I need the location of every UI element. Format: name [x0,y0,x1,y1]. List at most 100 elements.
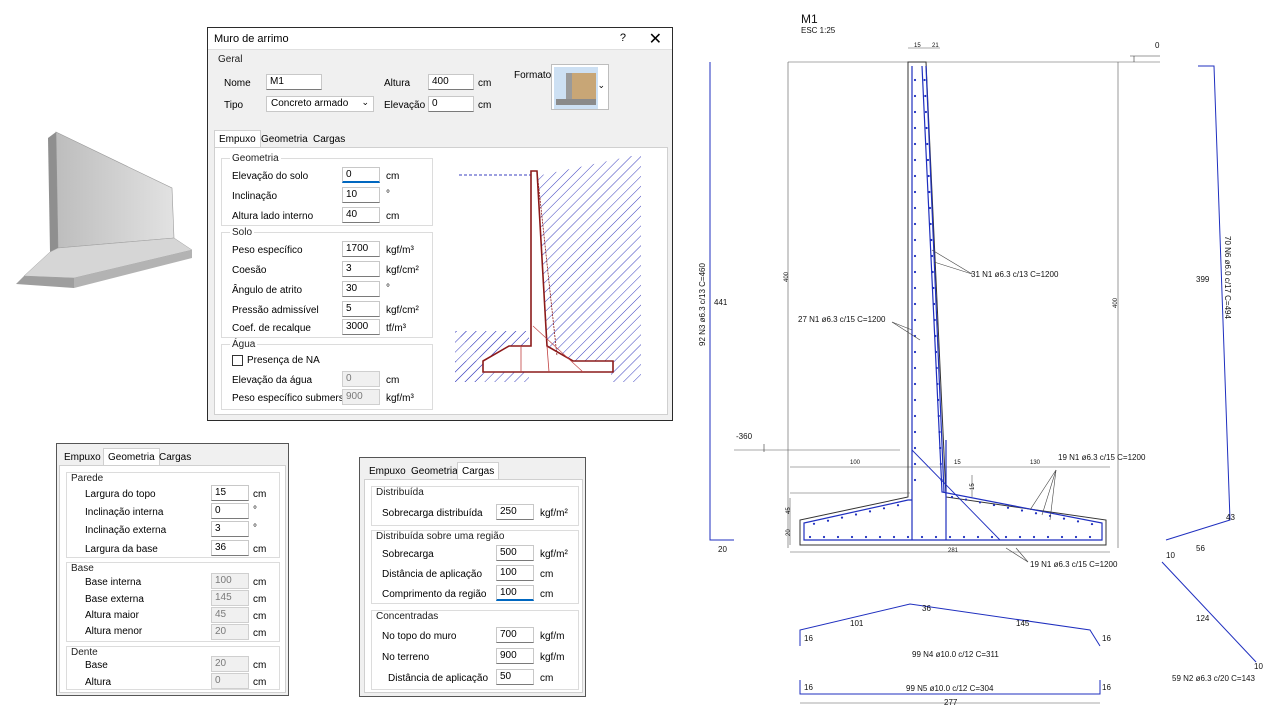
rebar-dot [913,318,917,322]
coesao-label: Coesão [232,265,267,276]
altura-menor-input: 20 [211,624,249,640]
rebar-dot [826,519,830,522]
dialog-titlebar: Muro de arrimo ? ✕ [208,28,672,50]
rebar-dot [868,510,872,513]
geometria-dialog: Empuxo Geometria Cargas Parede Largura d… [56,443,289,696]
rebar-dot [939,462,942,466]
rebar-label-n1-19a: 19 N1 ø6.3 c/15 C=1200 [1058,453,1146,462]
tab-geometria[interactable]: Geometria [256,130,313,148]
distribuida-group-label: Distribuída [376,487,424,498]
inclinacao-externa-input[interactable]: 3 [211,521,249,537]
altura-input[interactable]: 400 [428,74,474,90]
rebar-dot [913,142,917,146]
tab-empuxo[interactable]: Empuxo [59,448,106,466]
tab-empuxo[interactable]: Empuxo [214,130,261,148]
coesao-input[interactable]: 3 [342,261,380,277]
wall-section-svg [709,47,1257,704]
base-group-label: Base [71,563,94,574]
tab-geometria[interactable]: Geometria [103,448,160,466]
inclinacao-input[interactable]: 10 [342,187,380,203]
inclinacao-interna-input[interactable]: 0 [211,503,249,519]
peso-submerso-input: 900 [342,389,380,405]
tab-geometria[interactable]: Geometria [406,462,463,480]
rebar-dot [926,142,929,146]
rebar-dot [1060,535,1064,539]
geral-group-label: Geral [218,54,243,65]
dim-36: 36 [922,604,931,613]
rebar-dot [854,513,858,516]
largura-base-input[interactable]: 36 [211,540,249,556]
comprimento-regiao-unit: cm [540,589,554,600]
dialog3-tabs: Empuxo Geometria Cargas [364,462,564,480]
dialog-title: Muro de arrimo [214,33,289,45]
tipo-select[interactable]: Concreto armado ⌄ [266,96,374,112]
presenca-na-checkbox[interactable] [232,355,243,366]
dente-group-label: Dente [71,647,98,658]
tab-cargas[interactable]: Cargas [457,462,500,480]
peso-especifico-label: Peso específico [232,245,303,256]
rebar-dot [937,398,940,402]
rebar-dot [920,535,924,539]
rebar-label-n1-31: 31 N1 ø6.3 c/13 C=1200 [971,270,1059,279]
concentradas-group: Concentradas No topo do muro 700 kgf/m N… [371,610,579,690]
rebar-dot [913,446,917,450]
rebar-dot [913,462,917,466]
base-interna-unit: cm [253,577,267,588]
no-terreno-label: No terreno [382,652,430,663]
rebar-dot [913,206,917,210]
rebar-dot [976,535,980,539]
rebar-dot [913,366,917,370]
dim-20: 20 [718,545,727,554]
concentradas-group-label: Concentradas [376,611,439,622]
elevacao-unit: cm [478,100,492,111]
altura-maior-input: 45 [211,607,249,623]
rebar-dot [934,334,937,338]
largura-topo-input[interactable]: 15 [211,485,249,501]
elevacao-input[interactable]: 0 [428,96,474,112]
sobrecarga-distribuida-input[interactable]: 250 [496,504,534,520]
distancia-aplicacao-conc-input[interactable]: 50 [496,669,534,685]
level-0-label: 0 [1155,41,1160,50]
nome-input[interactable]: M1 [266,74,322,90]
muro-de-arrimo-dialog: Muro de arrimo ? ✕ Geral Nome M1 Tipo Co… [207,27,673,421]
altura-menor-label: Altura menor [85,626,143,637]
dente-group: Dente Base 20 cm Altura 0 cm [66,646,280,690]
tab-empuxo[interactable]: Empuxo [364,462,411,480]
sobrecarga-input[interactable]: 500 [496,545,534,561]
rebar-dot [906,535,910,539]
elevacao-solo-input[interactable]: 0 [342,167,380,183]
comprimento-regiao-input[interactable]: 100 [496,585,534,601]
distancia-aplicacao-label: Distância de aplicação [382,569,483,580]
close-button[interactable]: ✕ [649,29,662,49]
pressao-admissivel-input[interactable]: 5 [342,301,380,317]
empuxo-preview-sketch [455,156,641,382]
formato-button[interactable]: ⌄ [551,64,609,110]
pressao-admissivel-unit: kgf/cm² [386,305,419,316]
peso-especifico-unit: kgf/m³ [386,245,414,256]
distancia-aplicacao-input[interactable]: 100 [496,565,534,581]
tab-cargas[interactable]: Cargas [308,130,350,148]
distancia-aplicacao-conc-label: Distância de aplicação [388,673,489,684]
altura-lado-interno-label: Altura lado interno [232,211,314,222]
angulo-atrito-input[interactable]: 30 [342,281,380,297]
rebar-dot [1088,535,1092,539]
tab-cargas[interactable]: Cargas [154,448,196,466]
rebar-dot [939,446,942,450]
comprimento-regiao-label: Comprimento da região [382,589,487,600]
help-button[interactable]: ? [620,32,626,44]
agua-group-label: Água [230,339,258,350]
wall-3d-illustration [16,131,193,288]
peso-especifico-input[interactable]: 1700 [342,241,380,257]
altura-lado-interno-input[interactable]: 40 [342,207,380,223]
coef-recalque-input[interactable]: 3000 [342,319,380,335]
rebar-dot [938,430,941,434]
dim-15v: 15 [970,483,976,490]
rebar-dot [913,382,917,386]
altura-menor-unit: cm [253,628,267,639]
wall-shape-icon [554,67,598,109]
topo-muro-input[interactable]: 700 [496,627,534,643]
dente-base-label: Base [85,660,108,671]
no-terreno-input[interactable]: 900 [496,648,534,664]
rebar-dot [913,414,917,418]
rebar-dot [1020,509,1024,512]
